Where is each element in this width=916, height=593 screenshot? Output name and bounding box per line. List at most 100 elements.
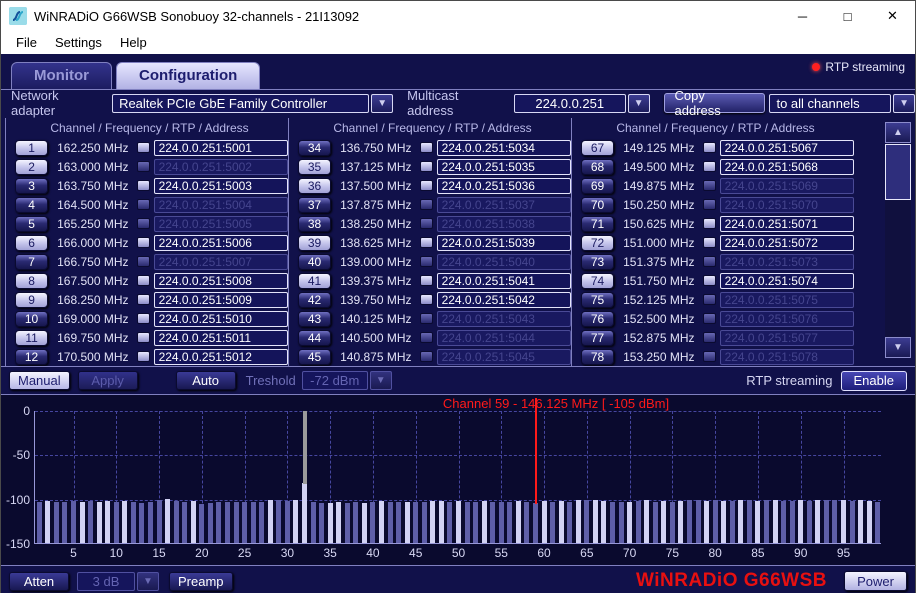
copy-target-dropdown-icon[interactable]: ▼ (893, 94, 915, 113)
rtp-checkbox-41[interactable] (420, 275, 433, 286)
close-button[interactable]: ✕ (870, 1, 915, 31)
atten-value-field[interactable]: 3 dB (77, 572, 135, 591)
maximize-button[interactable]: □ (825, 1, 870, 31)
rtp-address-field-68[interactable]: 224.0.0.251:5068 (720, 159, 854, 175)
minimize-button[interactable]: ─ (780, 1, 825, 31)
rtp-checkbox-10[interactable] (137, 313, 150, 324)
rtp-checkbox-74[interactable] (703, 275, 716, 286)
rtp-address-field-67[interactable]: 224.0.0.251:5067 (720, 140, 854, 156)
rtp-checkbox-36[interactable] (420, 180, 433, 191)
rtp-address-field-4[interactable]: 224.0.0.251:5004 (154, 197, 288, 213)
atten-dropdown-icon[interactable]: ▼ (137, 572, 159, 591)
auto-button[interactable]: Auto (176, 371, 236, 390)
scrollbar-thumb[interactable] (885, 144, 911, 200)
rtp-address-field-70[interactable]: 224.0.0.251:5070 (720, 197, 854, 213)
channel-button-7[interactable]: 7 (15, 254, 48, 270)
channel-button-40[interactable]: 40 (298, 254, 331, 270)
channel-button-78[interactable]: 78 (581, 349, 614, 365)
threshold-dropdown-icon[interactable]: ▼ (370, 371, 392, 390)
channel-button-2[interactable]: 2 (15, 159, 48, 175)
network-adapter-dropdown-icon[interactable]: ▼ (371, 94, 393, 113)
channel-button-1[interactable]: 1 (15, 140, 48, 156)
channel-button-12[interactable]: 12 (15, 349, 48, 365)
rtp-checkbox-71[interactable] (703, 218, 716, 229)
copy-target-select[interactable]: to all channels (769, 94, 891, 113)
rtp-checkbox-76[interactable] (703, 313, 716, 324)
rtp-address-field-7[interactable]: 224.0.0.251:5007 (154, 254, 288, 270)
channel-button-10[interactable]: 10 (15, 311, 48, 327)
rtp-address-field-69[interactable]: 224.0.0.251:5069 (720, 178, 854, 194)
channel-button-70[interactable]: 70 (581, 197, 614, 213)
rtp-checkbox-43[interactable] (420, 313, 433, 324)
rtp-checkbox-12[interactable] (137, 351, 150, 362)
rtp-address-field-75[interactable]: 224.0.0.251:5075 (720, 292, 854, 308)
rtp-checkbox-37[interactable] (420, 199, 433, 210)
rtp-checkbox-9[interactable] (137, 294, 150, 305)
rtp-address-field-34[interactable]: 224.0.0.251:5034 (437, 140, 571, 156)
rtp-checkbox-2[interactable] (137, 161, 150, 172)
rtp-checkbox-8[interactable] (137, 275, 150, 286)
rtp-address-field-40[interactable]: 224.0.0.251:5040 (437, 254, 571, 270)
menu-item-file[interactable]: File (7, 33, 46, 52)
rtp-checkbox-1[interactable] (137, 142, 150, 153)
channel-button-34[interactable]: 34 (298, 140, 331, 156)
rtp-address-field-35[interactable]: 224.0.0.251:5035 (437, 159, 571, 175)
atten-button[interactable]: Atten (9, 572, 69, 591)
rtp-checkbox-6[interactable] (137, 237, 150, 248)
channel-button-9[interactable]: 9 (15, 292, 48, 308)
channel-button-35[interactable]: 35 (298, 159, 331, 175)
channel-button-76[interactable]: 76 (581, 311, 614, 327)
channel-button-75[interactable]: 75 (581, 292, 614, 308)
rtp-address-field-42[interactable]: 224.0.0.251:5042 (437, 292, 571, 308)
rtp-address-field-77[interactable]: 224.0.0.251:5077 (720, 330, 854, 346)
rtp-address-field-5[interactable]: 224.0.0.251:5005 (154, 216, 288, 232)
channel-button-77[interactable]: 77 (581, 330, 614, 346)
channel-button-39[interactable]: 39 (298, 235, 331, 251)
rtp-checkbox-42[interactable] (420, 294, 433, 305)
channel-button-8[interactable]: 8 (15, 273, 48, 289)
rtp-checkbox-73[interactable] (703, 256, 716, 267)
rtp-address-field-2[interactable]: 224.0.0.251:5002 (154, 159, 288, 175)
rtp-checkbox-68[interactable] (703, 161, 716, 172)
network-adapter-select[interactable]: Realtek PCIe GbE Family Controller (112, 94, 369, 113)
channel-button-11[interactable]: 11 (15, 330, 48, 346)
channel-button-69[interactable]: 69 (581, 178, 614, 194)
rtp-address-field-12[interactable]: 224.0.0.251:5012 (154, 349, 288, 365)
channel-button-6[interactable]: 6 (15, 235, 48, 251)
rtp-address-field-73[interactable]: 224.0.0.251:5073 (720, 254, 854, 270)
channel-button-45[interactable]: 45 (298, 349, 331, 365)
channel-button-67[interactable]: 67 (581, 140, 614, 156)
channel-button-73[interactable]: 73 (581, 254, 614, 270)
channel-button-3[interactable]: 3 (15, 178, 48, 194)
rtp-checkbox-39[interactable] (420, 237, 433, 248)
rtp-address-field-44[interactable]: 224.0.0.251:5044 (437, 330, 571, 346)
rtp-checkbox-4[interactable] (137, 199, 150, 210)
channel-button-42[interactable]: 42 (298, 292, 331, 308)
rtp-address-field-9[interactable]: 224.0.0.251:5009 (154, 292, 288, 308)
rtp-checkbox-40[interactable] (420, 256, 433, 267)
tab-monitor[interactable]: Monitor (11, 62, 112, 89)
channel-button-5[interactable]: 5 (15, 216, 48, 232)
channel-button-36[interactable]: 36 (298, 178, 331, 194)
rtp-checkbox-34[interactable] (420, 142, 433, 153)
channel-button-4[interactable]: 4 (15, 197, 48, 213)
copy-address-button[interactable]: Copy address (664, 93, 766, 113)
rtp-address-field-74[interactable]: 224.0.0.251:5074 (720, 273, 854, 289)
channel-button-38[interactable]: 38 (298, 216, 331, 232)
manual-button[interactable]: Manual (9, 371, 70, 390)
rtp-address-field-45[interactable]: 224.0.0.251:5045 (437, 349, 571, 365)
menu-item-settings[interactable]: Settings (46, 33, 111, 52)
rtp-address-field-11[interactable]: 224.0.0.251:5011 (154, 330, 288, 346)
channel-scrollbar[interactable]: ▲ ▼ (885, 122, 911, 358)
channel-button-68[interactable]: 68 (581, 159, 614, 175)
rtp-address-field-37[interactable]: 224.0.0.251:5037 (437, 197, 571, 213)
rtp-address-field-38[interactable]: 224.0.0.251:5038 (437, 216, 571, 232)
multicast-dropdown-icon[interactable]: ▼ (628, 94, 650, 113)
rtp-checkbox-5[interactable] (137, 218, 150, 229)
rtp-checkbox-3[interactable] (137, 180, 150, 191)
rtp-address-field-76[interactable]: 224.0.0.251:5076 (720, 311, 854, 327)
channel-button-41[interactable]: 41 (298, 273, 331, 289)
channel-button-74[interactable]: 74 (581, 273, 614, 289)
rtp-checkbox-67[interactable] (703, 142, 716, 153)
rtp-address-field-10[interactable]: 224.0.0.251:5010 (154, 311, 288, 327)
